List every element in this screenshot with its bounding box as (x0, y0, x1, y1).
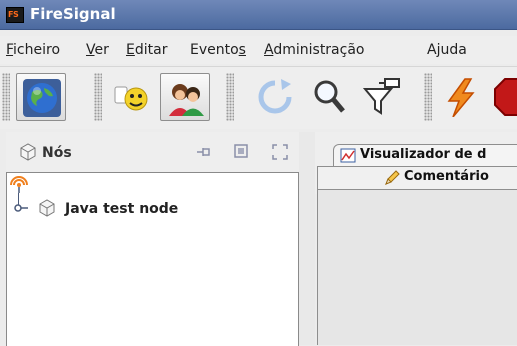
toolbar-grip-4[interactable] (424, 73, 432, 121)
menu-ajuda[interactable]: Ajuda (427, 42, 467, 59)
right-tabs: Visualizador de d Comentário (315, 132, 517, 194)
pencil-icon (385, 170, 400, 185)
toolbar (0, 66, 517, 129)
toolbar-grip[interactable] (2, 73, 10, 121)
app-logo-text: FS (8, 10, 19, 19)
nodes-panel-title: Nós (42, 145, 72, 161)
nodes-tree[interactable]: Java test node (6, 172, 299, 346)
chart-icon (340, 148, 356, 163)
restore-icon[interactable] (234, 144, 248, 158)
lightning-icon (447, 78, 475, 117)
smiley-chat-icon (114, 86, 148, 111)
window-title: FireSignal (30, 5, 116, 23)
menu-administracao[interactable]: Administração (264, 42, 364, 59)
globe-button[interactable] (16, 73, 66, 121)
nodes-panel: Nós Java test node (6, 132, 299, 346)
menu-ver[interactable]: Ver (86, 42, 109, 59)
search-button[interactable] (304, 73, 354, 121)
node-cube-icon (39, 199, 55, 217)
users-icon (169, 84, 204, 116)
menu-ficheiro[interactable]: Ficheiro (6, 42, 60, 59)
toolbar-grip-2[interactable] (94, 73, 102, 121)
stop-icon (494, 78, 517, 116)
pin-icon[interactable] (196, 146, 212, 158)
stop-button[interactable] (488, 73, 517, 121)
title-bar[interactable]: FS FireSignal (0, 0, 517, 30)
tab-visualizador[interactable]: Visualizador de d (333, 144, 517, 167)
maximize-icon[interactable] (272, 144, 288, 160)
signal-root-icon (10, 176, 28, 193)
split-pane-divider[interactable] (299, 132, 315, 345)
toolbar-grip-3[interactable] (226, 73, 234, 121)
chat-button[interactable] (108, 73, 158, 121)
magnifier-icon (314, 80, 345, 113)
filter-icon (363, 78, 400, 115)
tab-comentario-label: Comentário (404, 169, 489, 184)
menu-eventos[interactable]: Eventos (190, 42, 246, 59)
menu-editar[interactable]: Editar (126, 42, 167, 59)
globe-icon (23, 79, 61, 117)
nodes-panel-header: Nós (6, 132, 299, 172)
node-cube-icon (20, 143, 36, 161)
menu-bar: Ficheiro Ver Editar Eventos Administraçã… (0, 36, 517, 64)
tab-visualizador-label: Visualizador de d (360, 147, 487, 162)
app-logo-icon: FS (6, 7, 24, 23)
tab-comentario[interactable]: Comentário (317, 166, 517, 190)
refresh-icon (258, 79, 292, 114)
right-panel: Visualizador de d Comentário (315, 132, 517, 345)
filter-button[interactable] (358, 73, 408, 121)
tree-handle-icon[interactable] (13, 203, 29, 213)
users-button[interactable] (160, 73, 210, 121)
viewer-content-area[interactable] (317, 190, 517, 345)
events-button[interactable] (436, 73, 486, 121)
refresh-button[interactable] (250, 73, 300, 121)
tree-node-java-test-node[interactable]: Java test node (65, 201, 178, 217)
